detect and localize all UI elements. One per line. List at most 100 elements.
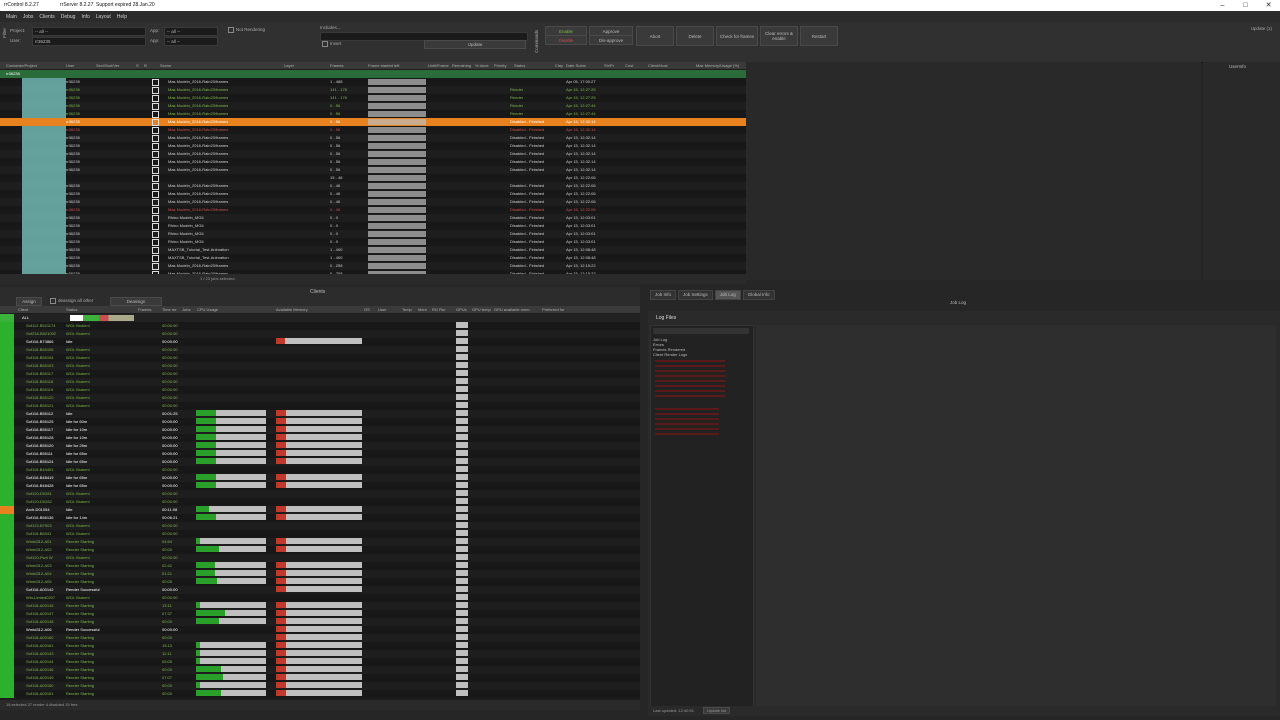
client-row[interactable]: Win-Limted0207 WOL Broken! 00:00:00 [0, 594, 640, 602]
client-row[interactable]: Sof116-B56136 Idle for 14m 00:06:21 [0, 514, 640, 522]
client-row[interactable]: Sof116-B44401 WOL Broken! 00:00:00 [0, 466, 640, 474]
client-row[interactable]: Sof116-B55103 WOL Broken! 00:00:00 [0, 362, 640, 370]
tab-job-log[interactable]: Job Log [714, 290, 741, 300]
client-row[interactable]: Sof116-B55112 Idle 00:01:25 [0, 410, 640, 418]
client-row[interactable]: Sof116-A00142 Render Successful 00:00:00 [0, 586, 640, 594]
clients-all-row[interactable]: ALL [0, 314, 640, 322]
col-container[interactable]: Container/Project [6, 62, 37, 69]
client-row[interactable]: Sof116-B55111 Idle for 65m 00:00:00 [0, 450, 640, 458]
jobs-user-group-row[interactable]: rr36235 [0, 70, 746, 78]
client-row[interactable]: Arch-D01054 Idle 00:11:08 [0, 506, 640, 514]
client-row[interactable]: Sof116-B55120 WOL Broken! 00:00:00 [0, 394, 640, 402]
deassign-all-checkbox[interactable]: deassign all other [50, 298, 93, 304]
client-row[interactable]: Sof116-A00151 Render Starting 00:00 [0, 690, 640, 698]
client-row[interactable]: Sof116-B55125 Idle for 60m 00:00:00 [0, 418, 640, 426]
client-row[interactable]: Sof116-B55117 WOL Broken! 00:00:00 [0, 370, 640, 378]
invert-checkbox[interactable]: Invert [322, 41, 341, 47]
client-row[interactable]: Sof116-A00144 Render Starting 05:05 [0, 658, 640, 666]
client-row[interactable]: Sof234-B521002 WOL Broken! 00:00:00 [0, 330, 640, 338]
client-row[interactable]: Sof116-B55117 Idle for 10m 00:00:00 [0, 426, 640, 434]
error-log-entries[interactable] [655, 360, 725, 400]
col-until[interactable]: Until/Frame [428, 62, 449, 69]
log-item-client-logs[interactable]: Client Render Logs [653, 352, 687, 357]
client-row[interactable]: Sof116-A00146 Render Starting 00:00 [0, 666, 640, 674]
tab-job-settings[interactable]: Job Settings [678, 290, 713, 300]
col-layer[interactable]: Layer [284, 62, 294, 69]
col-done[interactable]: % done [475, 62, 489, 69]
col-remaining[interactable]: Remaining [452, 62, 471, 69]
job-row[interactable]: rr36235 Rhino Modeln_MG6 0 - 0 Disabled - F… [0, 214, 746, 222]
client-row[interactable]: Sof112-B521174 WOL Broken! 00:00:00 [0, 322, 640, 330]
col-client-status[interactable]: Status [66, 306, 77, 313]
job-row[interactable]: rr36235 Mas Modeln_2016-Rain20/frames 0 - … [0, 126, 746, 134]
disable-button[interactable]: Disable [545, 35, 587, 45]
col-temp[interactable]: Temp [402, 306, 412, 313]
client-row[interactable]: Sof120-Pwrl W WOL Broken! 00:00:00 [0, 554, 640, 562]
assign-button[interactable]: Assign [16, 297, 42, 306]
job-row[interactable]: rr36235 Mas Modeln_2016-Rain20/frames 0 - … [0, 118, 746, 126]
col-client-jobs[interactable]: Jobs [182, 306, 190, 313]
col-s[interactable]: S [136, 62, 139, 69]
app-select[interactable]: -- all -- [164, 27, 218, 36]
col-r[interactable]: R [144, 62, 147, 69]
col-status[interactable]: Status [514, 62, 525, 69]
col-rg[interactable]: RG Rnr [432, 306, 446, 313]
job-row[interactable]: rr36235 Mas Modeln_2016-Rain20/frames 0 - … [0, 102, 746, 110]
col-shpr[interactable]: Sh/Pr [604, 62, 614, 69]
client-row[interactable]: Wmtd312-A03 Render Starting 02:42 [0, 562, 640, 570]
job-row[interactable]: rr36235 Mas Modeln_2016-Rain20/frames 0 - … [0, 150, 746, 158]
client-row[interactable]: Sof120-D0282 WOL Broken! 00:00:00 [0, 498, 640, 506]
menu-layout[interactable]: Layout [96, 14, 111, 20]
col-secshot[interactable]: Sec/Shot/Ver [96, 62, 119, 69]
col-clienthost[interactable]: Client/Host [648, 62, 668, 69]
menu-clients[interactable]: Clients [39, 14, 54, 20]
check-frames-button[interactable]: Check for frames [716, 26, 758, 46]
col-client-user[interactable]: User [378, 306, 386, 313]
close-icon[interactable]: ✕ [1257, 0, 1280, 11]
job-row[interactable]: rr36235 Mas Modeln_2016-Rain20/frames 0 - … [0, 158, 746, 166]
client-row[interactable]: Wmtd312-A05 Render Starting 00:05 [0, 578, 640, 586]
col-priority[interactable]: Priority [494, 62, 506, 69]
app2-select[interactable]: -- all -- [164, 37, 218, 46]
client-row[interactable]: Sof116-A00149 Render Starting 07:07 [0, 674, 640, 682]
menu-debug[interactable]: Debug [61, 14, 76, 20]
clear-errors-button[interactable]: Clear errors & enable [760, 26, 798, 46]
col-gpus[interactable]: GPUs [456, 306, 467, 313]
client-row[interactable]: Wmtd312-A04 Render Starting 01:21 [0, 570, 640, 578]
job-row[interactable]: rr36235 Mas Modeln_2016-Rain20/frames 0 - … [0, 190, 746, 198]
job-row[interactable]: rr36235 Rhino Modeln_MG6 0 - 0 Disabled - F… [0, 238, 746, 246]
col-cpu[interactable]: CPU Usage [197, 306, 218, 313]
update-list-button[interactable]: Update list [703, 707, 730, 714]
job-row[interactable]: rr36235 Mas Modeln_2016-Rain20/frames 0 - … [0, 262, 746, 270]
client-row[interactable]: Sof120-D0281 WOL Broken! 00:00:00 [0, 490, 640, 498]
client-row[interactable]: Sof116-B55104 WOL Broken! 00:00:00 [0, 354, 640, 362]
deassign-button[interactable]: Deassign [110, 297, 162, 306]
menu-help[interactable]: Help [117, 14, 127, 20]
col-client-frames[interactable]: Frames [138, 306, 152, 313]
client-row[interactable]: Sof116-B55119 WOL Broken! 00:00:00 [0, 386, 640, 394]
log-content-area[interactable] [756, 325, 1276, 709]
client-row[interactable]: Wmtd312-A01 Render Starting 04:54 [0, 538, 640, 546]
project-select[interactable]: -- all -- [32, 27, 146, 36]
col-gpu-mem[interactable]: GPU available mem [494, 306, 530, 313]
job-row[interactable]: rr36235 Mas Modeln_2016-Rain20/frames 0 - … [0, 182, 746, 190]
client-row[interactable]: Sof116-B48428 Idle for 65m 00:00:00 [0, 482, 640, 490]
job-row[interactable]: rr36235 Mas Modeln_2016-Rain20/frames 0 - … [0, 134, 746, 142]
job-row[interactable]: rr36235 Mas Modeln_2016-Rain20/frames 0 - … [0, 206, 746, 214]
client-log-entries[interactable] [655, 408, 719, 436]
not-rendering-checkbox[interactable]: Not Rendering [228, 27, 265, 33]
client-row[interactable]: Sof116-A00150 Render Starting 00:00 [0, 682, 640, 690]
job-row[interactable]: rr36235 Mas Modeln_2016-Rain20/frames 0 - … [0, 142, 746, 150]
col-os[interactable]: OS [364, 306, 370, 313]
update-button[interactable]: Update [424, 40, 526, 49]
client-row[interactable]: Sof116-B55118 WOL Broken! 00:00:00 [0, 378, 640, 386]
client-row[interactable]: Sof116-A00160 Render Starting 00:00 [0, 634, 640, 642]
client-row[interactable]: Wmtd312-A06 Render Successful 00:00:00 [0, 626, 640, 634]
col-cost[interactable]: Cost [625, 62, 633, 69]
disapprove-button[interactable]: Dis-approve [589, 35, 633, 45]
tab-job-info[interactable]: Job Info [650, 290, 677, 300]
client-row[interactable]: Sof116-A00145 Render Starting 13:11 [0, 602, 640, 610]
col-avail-mem[interactable]: Available Memory [276, 306, 308, 313]
menu-jobs[interactable]: Jobs [23, 14, 34, 20]
col-gpu-temp[interactable]: GPU temp [472, 306, 491, 313]
